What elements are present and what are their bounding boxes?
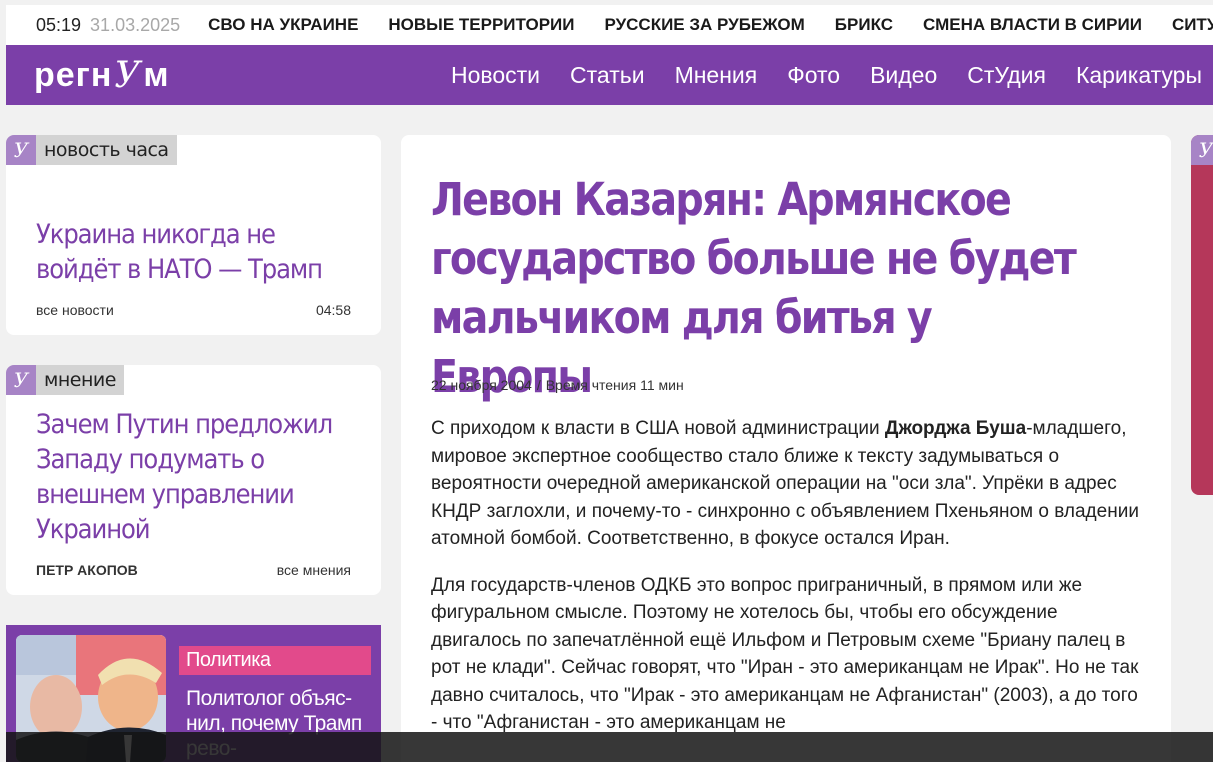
site-logo[interactable]: регн Ум (34, 55, 170, 96)
badge-label: новость часа (36, 135, 177, 165)
nav-news[interactable]: Новости (451, 62, 540, 89)
nav-opinions[interactable]: Мнения (675, 62, 758, 89)
main-nav: Новости Статьи Мнения Фото Видео СтУдия … (421, 62, 1202, 89)
logo-text-right: м (143, 55, 170, 94)
tag-link[interactable]: БРИКС (835, 15, 893, 35)
regnum-y-icon: У (1191, 135, 1213, 165)
politics-tag[interactable]: Политика (179, 646, 371, 675)
opinion-author[interactable]: ПЕТР АКОПОВ (36, 562, 138, 578)
nav-cartoons[interactable]: Карикатуры (1076, 62, 1202, 89)
tag-link[interactable]: СИТУ (1172, 15, 1213, 35)
logo-y-mark: У (114, 54, 142, 96)
bottom-overlay[interactable] (6, 732, 1213, 762)
article-paragraph: С приходом к власти в США новой админист… (431, 415, 1146, 553)
current-time: 05:19 (36, 14, 82, 35)
site-header: регн Ум Новости Статьи Мнения Фото Видео … (6, 45, 1213, 105)
person-name: Джорджа Буша (884, 418, 1027, 439)
news-hour-card: У новость часа Украина никогда не войдёт… (6, 135, 381, 335)
article-paragraph: Для государств-членов ОДКБ это вопрос пр… (431, 574, 1139, 734)
opinion-card: У мнение Зачем Путин предложил Западу по… (6, 365, 381, 595)
article-body: С приходом к власти в США новой админист… (431, 415, 1146, 756)
opinion-footer: ПЕТР АКОПОВ все мнения (36, 562, 351, 578)
logo-text-left: регн (34, 55, 113, 94)
nav-articles[interactable]: Статьи (570, 62, 645, 89)
news-hour-badge: У новость часа (6, 135, 177, 165)
regnum-y-icon: У (6, 365, 36, 395)
article-title: Левон Казарян: Армянское государство бол… (431, 173, 1077, 403)
news-hour-title[interactable]: Украина никогда не войдёт в НАТО — Трамп (36, 217, 342, 287)
right-sidebar-card[interactable]: У (1191, 135, 1213, 495)
article-read-time: Время чтения 11 мин (545, 377, 684, 393)
nav-video[interactable]: Видео (870, 62, 937, 89)
news-time: 04:58 (315, 302, 351, 318)
current-date: 31.03.2025 (90, 14, 181, 35)
all-news-link[interactable]: все новости (36, 302, 114, 318)
nav-photo[interactable]: Фото (787, 62, 840, 89)
tag-link[interactable]: РУССКИЕ ЗА РУБЕЖОМ (604, 15, 804, 35)
badge-label: мнение (36, 365, 124, 395)
tag-link[interactable]: НОВЫЕ ТЕРРИТОРИИ (388, 15, 574, 35)
top-strip: 05:19 31.03.2025 СВО НА УКРАИНЕ НОВЫЕ ТЕ… (6, 5, 1213, 45)
meta-separator: / (536, 377, 541, 393)
tag-link[interactable]: СМЕНА ВЛАСТИ В СИРИИ (923, 15, 1142, 35)
paragraph-text: С приходом к власти в США новой админист… (431, 418, 885, 439)
nav-studio[interactable]: СтУдия (967, 62, 1046, 89)
regnum-y-icon: У (6, 135, 36, 165)
opinion-badge: У мнение (6, 365, 124, 395)
all-opinions-link[interactable]: все мнения (277, 562, 351, 578)
article-date: 22 ноября 2004 (431, 377, 532, 393)
article-meta: 22 ноября 2004/Время чтения 11 мин (431, 377, 684, 393)
news-hour-footer: все новости 04:58 (36, 302, 351, 318)
opinion-title[interactable]: Зачем Путин предложил Западу подумать о … (36, 407, 342, 547)
trending-tags: СВО НА УКРАИНЕ НОВЫЕ ТЕРРИТОРИИ РУССКИЕ … (208, 15, 1213, 35)
article-card: Левон Казарян: Армянское государство бол… (401, 135, 1171, 762)
tag-link[interactable]: СВО НА УКРАИНЕ (208, 15, 358, 35)
